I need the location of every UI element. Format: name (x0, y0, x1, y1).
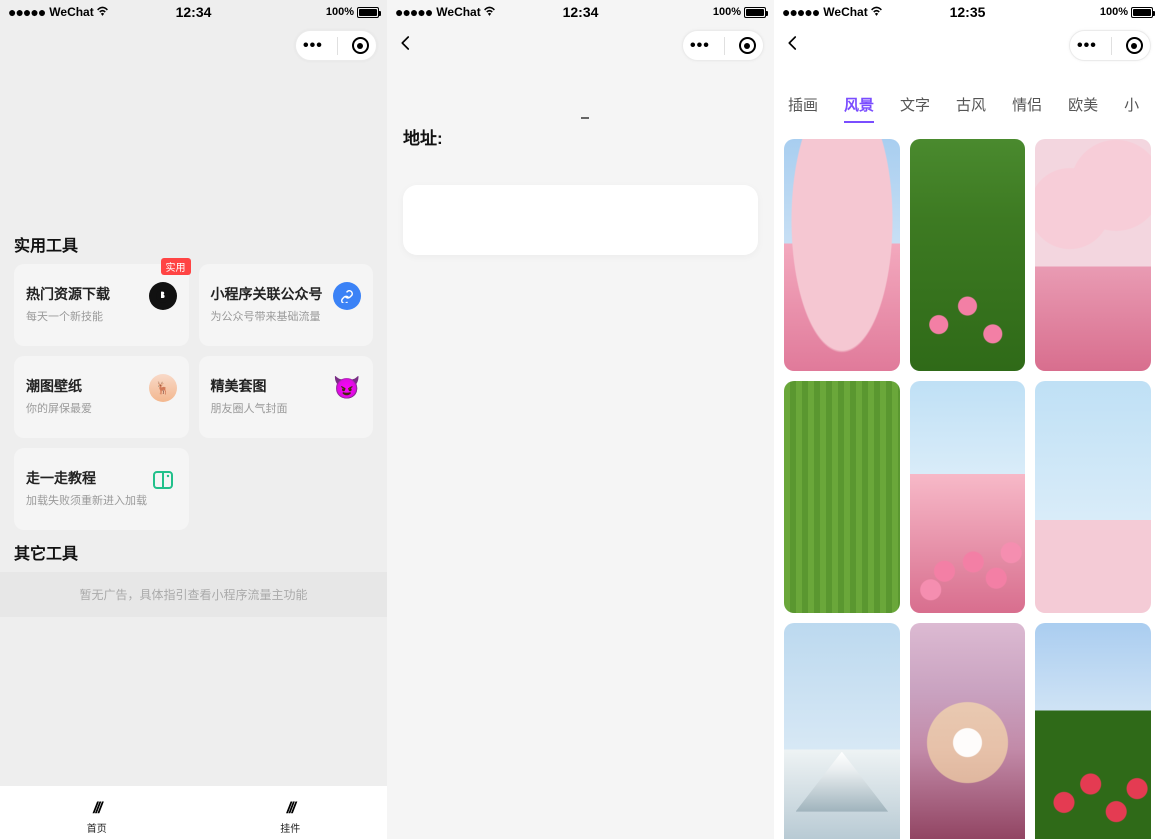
miniprogram-capsule[interactable]: ••• (682, 30, 764, 61)
wallpaper-thumb[interactable] (1035, 381, 1151, 613)
signal-dots-icon: ●●●●● (8, 4, 45, 20)
tab-western[interactable]: 欧美 (1068, 94, 1098, 123)
devil-icon: 😈 (333, 374, 361, 402)
screen-tools: ●●●●● WeChat 12:34 100% ••• 实用工具 实用 热门资源… (0, 0, 387, 839)
signal-dots-icon: ●●●●● (395, 4, 432, 20)
section-title-tools: 实用工具 (0, 232, 387, 264)
link-icon (333, 282, 361, 310)
wallpaper-thumb[interactable] (1035, 139, 1151, 371)
menu-icon[interactable]: ••• (690, 38, 710, 54)
card-cover[interactable]: 精美套图 朋友圈人气封面 😈 (199, 356, 374, 438)
badge-practical: 实用 (161, 258, 191, 275)
clock: 12:34 (176, 4, 212, 20)
wallpaper-grid (774, 131, 1161, 839)
close-target-icon[interactable] (352, 37, 369, 54)
clock: 12:34 (563, 4, 599, 20)
address-label: 地址: (403, 124, 758, 149)
tab-text[interactable]: 文字 (900, 94, 930, 123)
deer-icon: 🦌 (149, 374, 177, 402)
battery-icon (357, 7, 379, 18)
wallpaper-thumb[interactable] (1035, 623, 1151, 839)
carrier-label: WeChat (49, 5, 93, 19)
tab-home[interactable]: /// 首页 (0, 786, 194, 839)
status-bar: ●●●●● WeChat 12:34 100% (387, 0, 774, 24)
tab-widget[interactable]: /// 挂件 (194, 786, 388, 839)
ad-placeholder: 暂无广告，具体指引查看小程序流量主功能 (0, 572, 387, 617)
close-target-icon[interactable] (1126, 37, 1143, 54)
wallpaper-thumb[interactable] (910, 381, 1026, 613)
card-desc: 你的屏保最爱 (26, 402, 177, 417)
menu-icon[interactable]: ••• (1077, 38, 1097, 54)
tab-label: 首页 (87, 820, 107, 835)
carrier-label: WeChat (823, 5, 867, 19)
battery-icon (1131, 7, 1153, 18)
card-wallpaper[interactable]: 潮图壁纸 你的屏保最爱 🦌 (14, 356, 189, 438)
capsule-separator (1111, 37, 1112, 55)
battery-pct: 100% (1100, 6, 1128, 18)
b-icon (149, 282, 177, 310)
tab-ancient[interactable]: 古风 (956, 94, 986, 123)
card-desc: 为公众号带来基础流量 (211, 310, 362, 325)
wifi-icon (483, 5, 496, 19)
wifi-icon (96, 5, 109, 19)
tab-illustration[interactable]: 插画 (788, 94, 818, 123)
status-bar: ●●●●● WeChat 12:34 100% (0, 0, 387, 24)
card-desc: 每天一个新技能 (26, 310, 177, 325)
card-link-mp[interactable]: 小程序关联公众号 为公众号带来基础流量 (199, 264, 374, 346)
wallpaper-thumb[interactable] (784, 381, 900, 613)
card-desc: 朋友圈人气封面 (211, 402, 362, 417)
book-icon (149, 466, 177, 494)
dash-icon (581, 117, 589, 119)
wallpaper-thumb[interactable] (784, 139, 900, 371)
stripes-icon: /// (287, 800, 294, 818)
status-bar: ●●●●● WeChat 12:35 100% (774, 0, 1161, 24)
miniprogram-capsule[interactable]: ••• (295, 30, 377, 61)
clock: 12:35 (950, 4, 986, 20)
tool-cards-grid: 实用 热门资源下载 每天一个新技能 小程序关联公众号 为公众号带来基础流量 潮图… (0, 264, 387, 540)
card-desc: 加载失败须重新进入加载 (26, 494, 177, 509)
signal-dots-icon: ●●●●● (782, 4, 819, 20)
wallpaper-thumb[interactable] (910, 139, 1026, 371)
capsule-separator (724, 37, 725, 55)
close-target-icon[interactable] (739, 37, 756, 54)
back-button[interactable] (784, 34, 804, 54)
miniprogram-capsule[interactable]: ••• (1069, 30, 1151, 61)
battery-icon (744, 7, 766, 18)
bottom-tabbar: /// 首页 /// 挂件 (0, 785, 387, 839)
tab-scenery[interactable]: 风景 (844, 94, 874, 123)
tab-label: 挂件 (280, 820, 300, 835)
menu-icon[interactable]: ••• (303, 38, 323, 54)
tab-more[interactable]: 小 (1124, 94, 1139, 123)
wallpaper-thumb[interactable] (910, 623, 1026, 839)
card-hot-download[interactable]: 实用 热门资源下载 每天一个新技能 (14, 264, 189, 346)
battery-pct: 100% (326, 6, 354, 18)
screen-gallery: ●●●●● WeChat 12:35 100% ••• 插画 风景 文字 古风 … (774, 0, 1161, 839)
section-title-other: 其它工具 (0, 540, 387, 572)
wifi-icon (870, 5, 883, 19)
tab-couple[interactable]: 情侣 (1012, 94, 1042, 123)
back-button[interactable] (397, 34, 417, 54)
card-tutorial[interactable]: 走一走教程 加载失败须重新进入加载 (14, 448, 189, 530)
wallpaper-thumb[interactable] (784, 623, 900, 839)
carrier-label: WeChat (436, 5, 480, 19)
capsule-separator (337, 37, 338, 55)
screen-address: ●●●●● WeChat 12:34 100% ••• 地址: (387, 0, 774, 839)
address-card[interactable] (403, 185, 758, 255)
battery-pct: 100% (713, 6, 741, 18)
stripes-icon: /// (93, 800, 100, 818)
